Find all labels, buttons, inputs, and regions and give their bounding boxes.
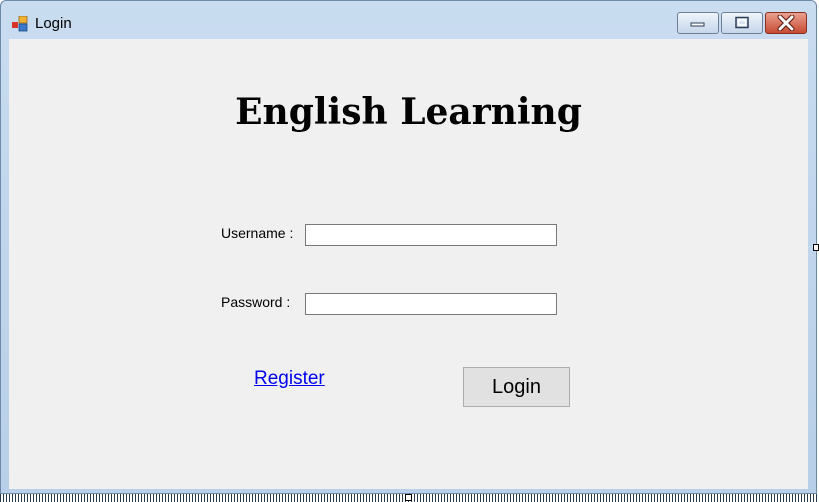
maximize-button[interactable] (721, 12, 763, 34)
register-link[interactable]: Register (254, 368, 325, 390)
minimize-button[interactable] (677, 12, 719, 34)
close-button[interactable] (765, 12, 807, 34)
window-title: Login (35, 15, 72, 32)
login-window: Login English Learning Username : Passwo… (0, 0, 817, 494)
password-label: Password : (221, 294, 291, 310)
username-input[interactable] (305, 224, 557, 246)
page-title: English Learning (235, 91, 582, 133)
close-icon (777, 15, 795, 31)
app-icon (12, 16, 28, 32)
resize-handle-right[interactable] (813, 244, 819, 251)
resize-handle-bottom[interactable] (405, 494, 412, 501)
title-bar[interactable]: Login (1, 1, 816, 39)
username-label: Username : (221, 225, 294, 241)
password-input[interactable] (305, 293, 557, 315)
login-button[interactable]: Login (463, 367, 570, 407)
form-area: English Learning Username : Password : R… (9, 39, 808, 489)
maximize-icon (735, 16, 749, 29)
minimize-icon (690, 22, 705, 27)
